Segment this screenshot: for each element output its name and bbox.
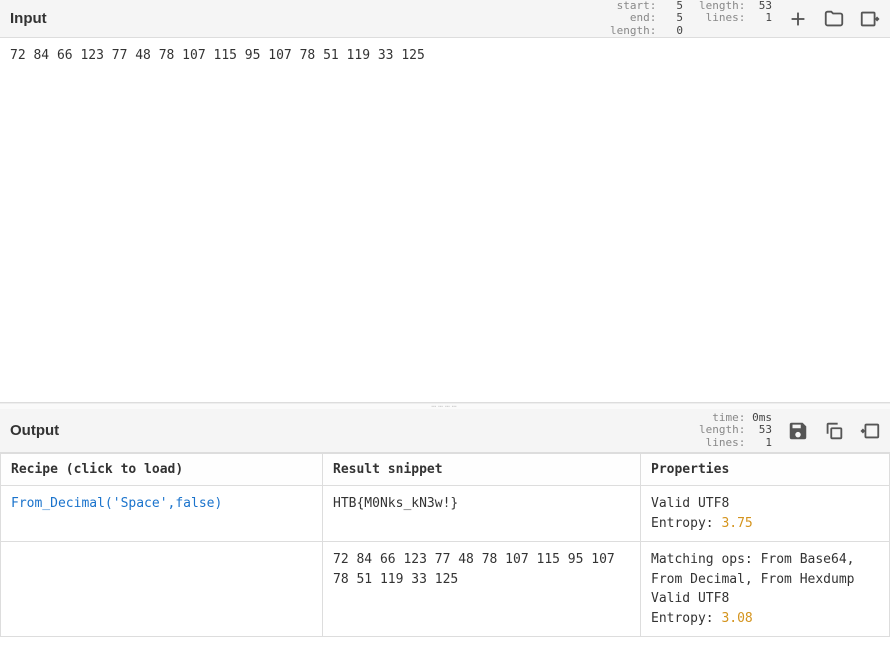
col-header-properties: Properties [641, 454, 890, 486]
open-folder-button[interactable] [822, 7, 846, 31]
clear-input-button[interactable] [858, 7, 882, 31]
result-properties: Valid UTF8Entropy: 3.75 [641, 486, 890, 542]
input-title: Input [10, 10, 47, 27]
input-section: Input start: 5 end: 5 length: 0 length: … [0, 0, 890, 403]
input-stats: start: 5 end: 5 length: 0 length: 53 lin… [610, 0, 772, 37]
recipe-link[interactable]: From_Decimal('Space',false) [11, 496, 222, 511]
output-section: Output time: 0ms length: 53 lines: 1 Rec… [0, 409, 890, 637]
output-toolbar [786, 419, 882, 443]
copy-output-button[interactable] [822, 419, 846, 443]
output-stats: time: 0ms length: 53 lines: 1 [699, 412, 772, 450]
table-row: From_Decimal('Space',false) HTB{M0Nks_kN… [1, 486, 890, 542]
input-toolbar [786, 7, 882, 31]
save-output-button[interactable] [786, 419, 810, 443]
result-properties: Matching ops: From Base64, From Decimal,… [641, 542, 890, 637]
replace-input-button[interactable] [858, 419, 882, 443]
add-tab-button[interactable] [786, 7, 810, 31]
input-header: Input start: 5 end: 5 length: 0 length: … [0, 0, 890, 38]
table-header-row: Recipe (click to load) Result snippet Pr… [1, 454, 890, 486]
table-row: 72 84 66 123 77 48 78 107 115 95 107 78 … [1, 542, 890, 637]
output-title: Output [10, 422, 59, 439]
col-header-recipe: Recipe (click to load) [1, 454, 323, 486]
output-header: Output time: 0ms length: 53 lines: 1 [0, 409, 890, 453]
col-header-result: Result snippet [323, 454, 641, 486]
result-snippet: HTB{M0Nks_kN3w!} [323, 486, 641, 542]
results-table: Recipe (click to load) Result snippet Pr… [0, 453, 890, 637]
input-textarea[interactable]: 72 84 66 123 77 48 78 107 115 95 107 78 … [0, 38, 890, 402]
result-snippet: 72 84 66 123 77 48 78 107 115 95 107 78 … [323, 542, 641, 637]
